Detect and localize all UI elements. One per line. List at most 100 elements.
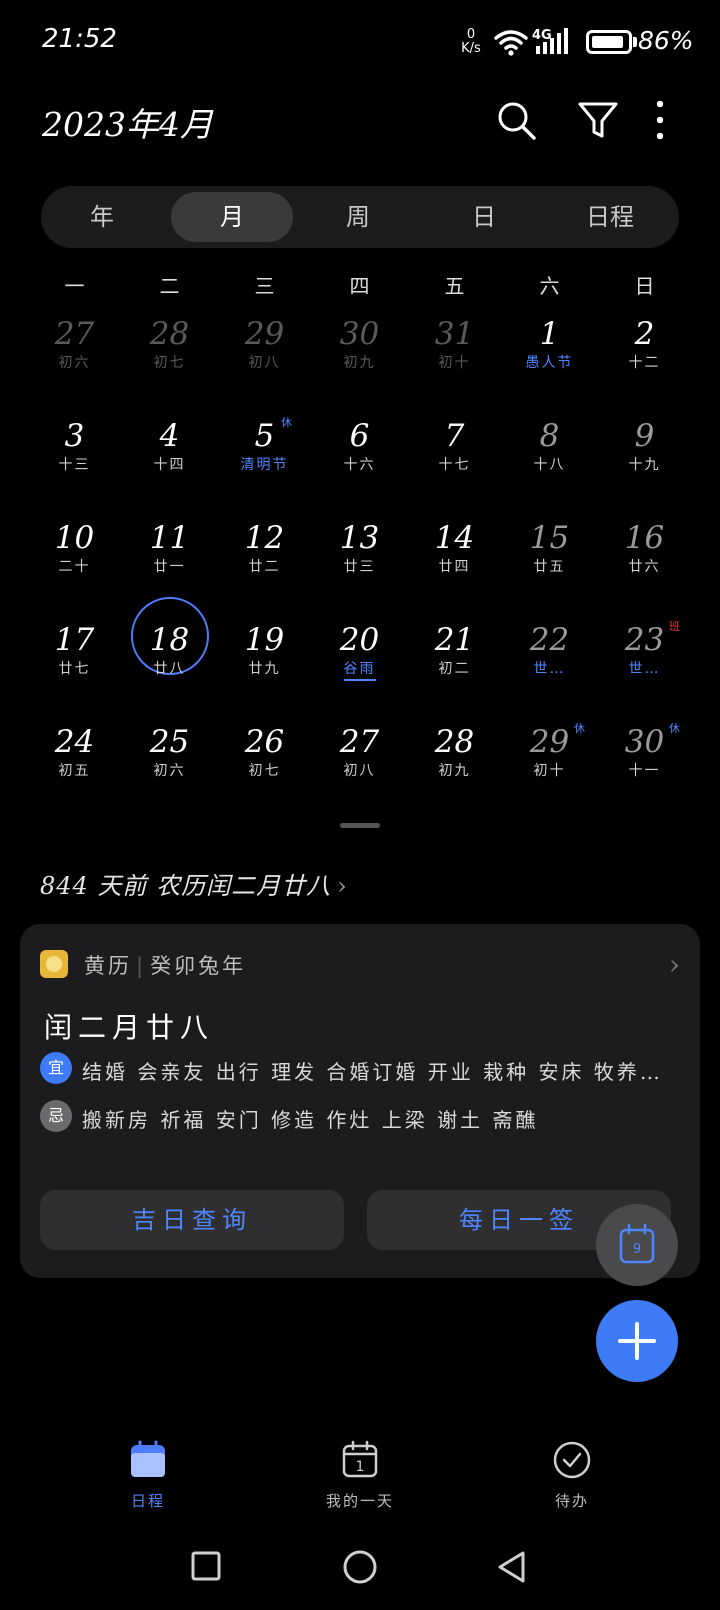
view-switcher: 年 月 周 日 日程 bbox=[41, 186, 679, 248]
day-cell[interactable]: 29 初八 bbox=[217, 316, 312, 416]
calendar-today-icon: 9 bbox=[619, 1223, 655, 1264]
tab-month[interactable]: 月 bbox=[171, 192, 293, 242]
day-cell[interactable]: 23 世… 班 bbox=[597, 620, 692, 722]
day-cell[interactable]: 17 廿七 bbox=[27, 622, 122, 722]
weekday-label: 四 bbox=[349, 274, 370, 298]
day-cell[interactable]: 3 十三 bbox=[27, 418, 122, 518]
day-cell[interactable]: 12 廿二 bbox=[217, 520, 312, 620]
day-cell[interactable]: 22 世… bbox=[502, 622, 597, 722]
wifi-icon bbox=[494, 30, 528, 56]
day-number: 6 bbox=[349, 418, 370, 454]
back-nav-icon[interactable] bbox=[496, 1550, 528, 1584]
day-number: 3 bbox=[64, 418, 85, 454]
more-icon[interactable] bbox=[646, 96, 674, 144]
status-time: 21:52 bbox=[42, 24, 117, 54]
almanac-source-name: 黄历 bbox=[84, 954, 132, 978]
tab-label: 我的一天 bbox=[325, 1492, 394, 1510]
circle-nav-icon[interactable] bbox=[342, 1550, 378, 1586]
day-cell[interactable]: 30 初九 bbox=[312, 316, 407, 416]
lunar-label: 愚人节 bbox=[525, 355, 574, 371]
day-cell[interactable]: 8 十八 bbox=[502, 418, 597, 518]
day-cell[interactable]: 15 廿五 bbox=[502, 520, 597, 620]
add-event-button[interactable] bbox=[596, 1300, 678, 1382]
tab-year[interactable]: 年 bbox=[41, 192, 163, 242]
day-cell[interactable]: 20 谷雨 bbox=[312, 622, 407, 722]
lunar-label: 廿五 bbox=[533, 559, 566, 575]
check-circle-icon bbox=[553, 1441, 591, 1479]
day-number: 11 bbox=[149, 520, 190, 556]
day-number: 14 bbox=[434, 520, 475, 556]
day-cell[interactable]: 4 十四 bbox=[122, 418, 217, 518]
lunar-label: 初六 bbox=[153, 763, 186, 779]
day-number: 7 bbox=[444, 418, 465, 454]
month-title[interactable]: 2023年4月 bbox=[42, 98, 213, 146]
day-cell[interactable]: 27 初六 bbox=[27, 316, 122, 416]
chevron-right-icon[interactable]: › bbox=[669, 948, 680, 981]
day-cell[interactable]: 7 十七 bbox=[407, 418, 502, 518]
day-cell[interactable]: 2 十二 bbox=[597, 316, 692, 416]
workday-badge: 班 bbox=[669, 620, 680, 633]
day-cell[interactable]: 25 初六 bbox=[122, 724, 217, 824]
almanac-lunar-date: 闰二月廿八 bbox=[44, 1011, 215, 1044]
tab-label: 日程 bbox=[130, 1492, 165, 1510]
lunar-label: 十九 bbox=[628, 457, 661, 473]
lunar-label: 廿四 bbox=[438, 559, 471, 575]
day-number: 12 bbox=[244, 520, 285, 556]
weekday-label: 日 bbox=[634, 274, 655, 298]
filter-icon[interactable] bbox=[574, 96, 622, 144]
tab-my-day[interactable]: 1 我的一天 bbox=[290, 1440, 430, 1511]
day-cell[interactable]: 13 廿三 bbox=[312, 520, 407, 620]
chevron-right-icon: › bbox=[337, 872, 348, 900]
net-speed-unit: K/s bbox=[461, 41, 481, 56]
day-cell[interactable]: 30 十一休 bbox=[597, 722, 692, 824]
tab-schedule-bottom[interactable]: 日程 bbox=[78, 1440, 218, 1511]
square-nav-icon[interactable] bbox=[190, 1550, 222, 1582]
day-number: 8 bbox=[539, 418, 560, 454]
day-number: 24 bbox=[54, 724, 95, 760]
day-cell[interactable]: 16 廿六 bbox=[597, 520, 692, 620]
days-ago-row[interactable]: 844 天前 农历闰二月廿八 › bbox=[40, 866, 348, 901]
day-number: 1 bbox=[539, 316, 560, 352]
net-speed: 0 K/s bbox=[456, 28, 486, 56]
day-cell[interactable]: 1 愚人节 bbox=[502, 316, 597, 416]
tab-schedule[interactable]: 日程 bbox=[549, 192, 671, 242]
day-cell[interactable]: 27 初八 bbox=[312, 724, 407, 824]
tab-day[interactable]: 日 bbox=[423, 192, 545, 242]
day-cell[interactable]: 31 初十 bbox=[407, 316, 502, 416]
lunar-label: 廿七 bbox=[58, 661, 91, 677]
tab-week[interactable]: 周 bbox=[297, 192, 419, 242]
tab-todo[interactable]: 待办 bbox=[502, 1440, 642, 1511]
weekday-label: 三 bbox=[254, 274, 275, 298]
day-cell[interactable]: 21 初二 bbox=[407, 622, 502, 722]
lunar-label: 初八 bbox=[248, 355, 281, 371]
day-cell[interactable]: 6 十六 bbox=[312, 418, 407, 518]
day-cell-today[interactable]: 18 廿八 bbox=[122, 597, 217, 722]
day-cell[interactable]: 19 廿九 bbox=[217, 622, 312, 722]
today-button[interactable]: 9 bbox=[596, 1204, 678, 1286]
yi-text: 结婚 会亲友 出行 理发 合婚订婚 开业 栽种 安床 牧养… bbox=[82, 1060, 662, 1084]
lunar-label: 初十 bbox=[533, 763, 566, 779]
day-cell[interactable]: 24 初五 bbox=[27, 724, 122, 824]
lunar-label: 初十 bbox=[438, 355, 471, 371]
day-cell[interactable]: 29 初十休 bbox=[502, 722, 597, 824]
lunar-label: 初九 bbox=[343, 355, 376, 371]
day-cell[interactable]: 9 十九 bbox=[597, 418, 692, 518]
day-number: 21 bbox=[434, 622, 475, 658]
day-number: 16 bbox=[624, 520, 665, 556]
day-cell[interactable]: 14 廿四 bbox=[407, 520, 502, 620]
day-cell[interactable]: 28 初九 bbox=[407, 724, 502, 824]
lucky-day-button[interactable]: 吉日查询 bbox=[40, 1190, 344, 1250]
search-icon[interactable] bbox=[492, 96, 540, 144]
day-number: 28 bbox=[149, 316, 190, 352]
day-number: 10 bbox=[54, 520, 95, 556]
day-cell[interactable]: 28 初七 bbox=[122, 316, 217, 416]
drag-handle[interactable] bbox=[340, 823, 380, 828]
day-cell[interactable]: 10 二十 bbox=[27, 520, 122, 620]
day-cell[interactable]: 5 清明节 休 bbox=[217, 416, 312, 518]
day-number: 2 bbox=[634, 316, 655, 352]
day-number: 27 bbox=[339, 724, 380, 760]
day-number: 9 bbox=[634, 418, 655, 454]
lunar-label: 十四 bbox=[153, 457, 186, 473]
day-calendar-icon: 1 bbox=[342, 1440, 378, 1478]
day-cell[interactable]: 26 初七 bbox=[217, 724, 312, 824]
